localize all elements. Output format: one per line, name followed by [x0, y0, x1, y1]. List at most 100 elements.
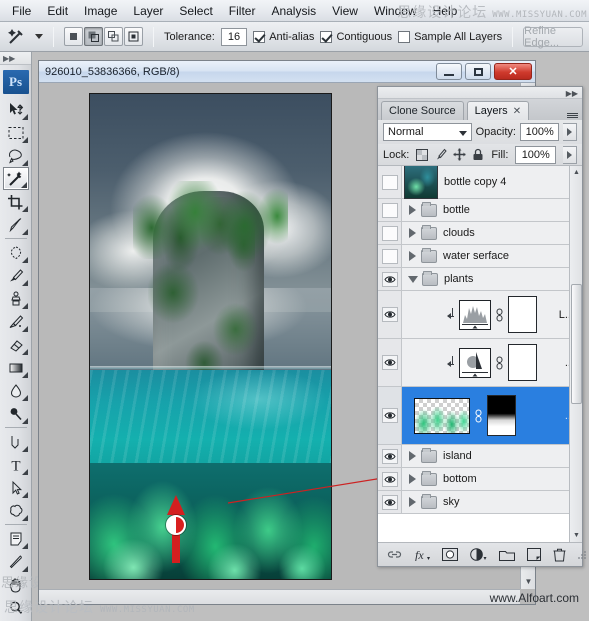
tool-flyout-indicator[interactable]: [21, 515, 28, 521]
layer-visibility-cell[interactable]: [378, 222, 402, 244]
menu-item-file[interactable]: File: [4, 1, 39, 21]
fill-slider-button[interactable]: [563, 145, 577, 164]
crop-tool[interactable]: [3, 190, 29, 213]
levels-histogram-icon[interactable]: [459, 299, 491, 330]
layer-name[interactable]: clouds: [443, 227, 475, 239]
new-group-icon[interactable]: [499, 549, 515, 561]
blur-tool[interactable]: [3, 379, 29, 402]
gradient-start-handle[interactable]: [166, 515, 186, 535]
eye-icon-visible[interactable]: [381, 307, 398, 322]
clone-stamp-tool[interactable]: [3, 287, 29, 310]
layer-mask-thumbnail[interactable]: [508, 296, 537, 333]
tolerance-input[interactable]: 16: [220, 27, 248, 46]
tab-layers[interactable]: Layers ✕: [466, 101, 530, 120]
lasso-tool[interactable]: [3, 144, 29, 167]
tool-flyout-indicator[interactable]: [20, 182, 27, 188]
tool-preset-chevron-down-icon[interactable]: [35, 34, 43, 39]
layer-name[interactable]: bottle: [443, 204, 470, 216]
layer-thumbnail[interactable]: [414, 397, 470, 434]
tab-clone-source[interactable]: Clone Source: [381, 101, 464, 120]
marquee-tool[interactable]: [3, 121, 29, 144]
brush-tool[interactable]: [3, 264, 29, 287]
table-row[interactable]: L...: [378, 291, 582, 339]
lock-transparency-icon[interactable]: [416, 148, 429, 161]
sample-all-layers-checkbox[interactable]: Sample All Layers: [398, 30, 502, 43]
lock-position-icon[interactable]: [453, 148, 466, 161]
eye-icon-hidden[interactable]: [381, 202, 398, 218]
tool-flyout-indicator[interactable]: [21, 395, 28, 401]
tool-flyout-indicator[interactable]: [21, 492, 28, 498]
tool-flyout-indicator[interactable]: [21, 372, 28, 378]
lock-all-icon[interactable]: [472, 148, 484, 161]
panel-grip[interactable]: ▶▶: [378, 87, 582, 99]
eye-icon-hidden[interactable]: [381, 174, 398, 190]
menu-item-image[interactable]: Image: [76, 1, 125, 21]
table-row[interactable]: bottle copy 4: [378, 166, 582, 199]
tool-flyout-indicator[interactable]: [21, 446, 28, 452]
scroll-up-arrow-icon[interactable]: ▲: [570, 166, 582, 179]
notes-tool[interactable]: [3, 527, 29, 550]
lock-image-icon[interactable]: [434, 148, 447, 161]
menu-item-view[interactable]: View: [324, 1, 366, 21]
intersect-with-selection-button[interactable]: [124, 27, 143, 46]
maximize-button[interactable]: [465, 63, 491, 80]
tool-flyout-indicator[interactable]: [21, 280, 28, 286]
eye-icon-hidden[interactable]: [381, 225, 398, 241]
tool-flyout-indicator[interactable]: [21, 137, 28, 143]
document-title-bar[interactable]: 926010_53836366, RGB/8) ✕: [39, 61, 535, 83]
type-tool[interactable]: T: [3, 453, 29, 476]
tool-flyout-indicator[interactable]: [21, 326, 28, 332]
eye-icon-visible[interactable]: [381, 448, 398, 464]
opacity-input[interactable]: 100%: [519, 123, 560, 141]
eye-icon-visible[interactable]: [381, 355, 398, 370]
eye-icon-visible[interactable]: [381, 408, 398, 423]
menu-item-select[interactable]: Select: [171, 1, 220, 21]
panel-collapse-icon[interactable]: ▶▶: [566, 89, 578, 98]
table-row-selected[interactable]: ...: [378, 387, 582, 445]
scrollbar-thumb[interactable]: [571, 284, 582, 404]
chevron-right-icon[interactable]: [409, 474, 416, 484]
opacity-slider-button[interactable]: [563, 123, 577, 141]
refine-edge-button[interactable]: Refine Edge...: [523, 25, 583, 49]
eyedropper-tool[interactable]: [3, 550, 29, 573]
chevron-right-icon[interactable]: [409, 251, 416, 261]
tool-flyout-indicator[interactable]: [21, 229, 28, 235]
chevron-down-icon[interactable]: [458, 131, 467, 136]
link-mask-icon[interactable]: [495, 307, 504, 322]
history-brush-tool[interactable]: [3, 310, 29, 333]
add-layer-mask-icon[interactable]: [442, 548, 458, 561]
chevron-right-icon[interactable]: [409, 228, 416, 238]
layer-visibility-cell[interactable]: [378, 199, 402, 221]
layer-visibility-cell[interactable]: [378, 166, 402, 198]
table-row[interactable]: water serface: [378, 245, 582, 268]
pen-tool[interactable]: [3, 430, 29, 453]
tool-flyout-indicator[interactable]: [21, 418, 28, 424]
close-button[interactable]: ✕: [494, 63, 532, 80]
slice-tool[interactable]: [3, 213, 29, 236]
table-row[interactable]: island: [378, 445, 582, 468]
scroll-down-arrow-icon[interactable]: ▼: [521, 574, 536, 589]
layer-visibility-cell[interactable]: [378, 245, 402, 267]
magic-wand-tool[interactable]: [2, 167, 29, 190]
fill-input[interactable]: 100%: [515, 145, 557, 164]
chevron-right-icon[interactable]: [409, 497, 416, 507]
blend-mode-select[interactable]: Normal: [383, 123, 472, 141]
toolbox-collapse-handle[interactable]: ▶▶: [0, 52, 31, 65]
layer-visibility-cell[interactable]: [378, 491, 402, 513]
contiguous-checkbox[interactable]: Contiguous: [320, 30, 392, 43]
layer-style-fx-icon[interactable]: fx: [414, 548, 430, 561]
new-selection-button[interactable]: [64, 27, 83, 46]
tool-flyout-indicator[interactable]: [21, 206, 28, 212]
layers-vertical-scrollbar[interactable]: ▲ ▼: [569, 166, 582, 542]
hue-saturation-icon[interactable]: [459, 347, 491, 378]
layer-visibility-cell[interactable]: [378, 387, 402, 444]
chevron-right-icon[interactable]: [409, 451, 416, 461]
eye-icon-visible[interactable]: [381, 494, 398, 510]
table-row[interactable]: sky: [378, 491, 582, 514]
layer-name[interactable]: plants: [444, 273, 473, 285]
checkbox-box[interactable]: [320, 30, 333, 43]
layer-mask-thumbnail-gradient[interactable]: [487, 395, 516, 436]
layer-mask-thumbnail[interactable]: [508, 344, 537, 381]
layer-visibility-cell[interactable]: [378, 445, 402, 467]
layer-visibility-cell[interactable]: [378, 339, 402, 386]
